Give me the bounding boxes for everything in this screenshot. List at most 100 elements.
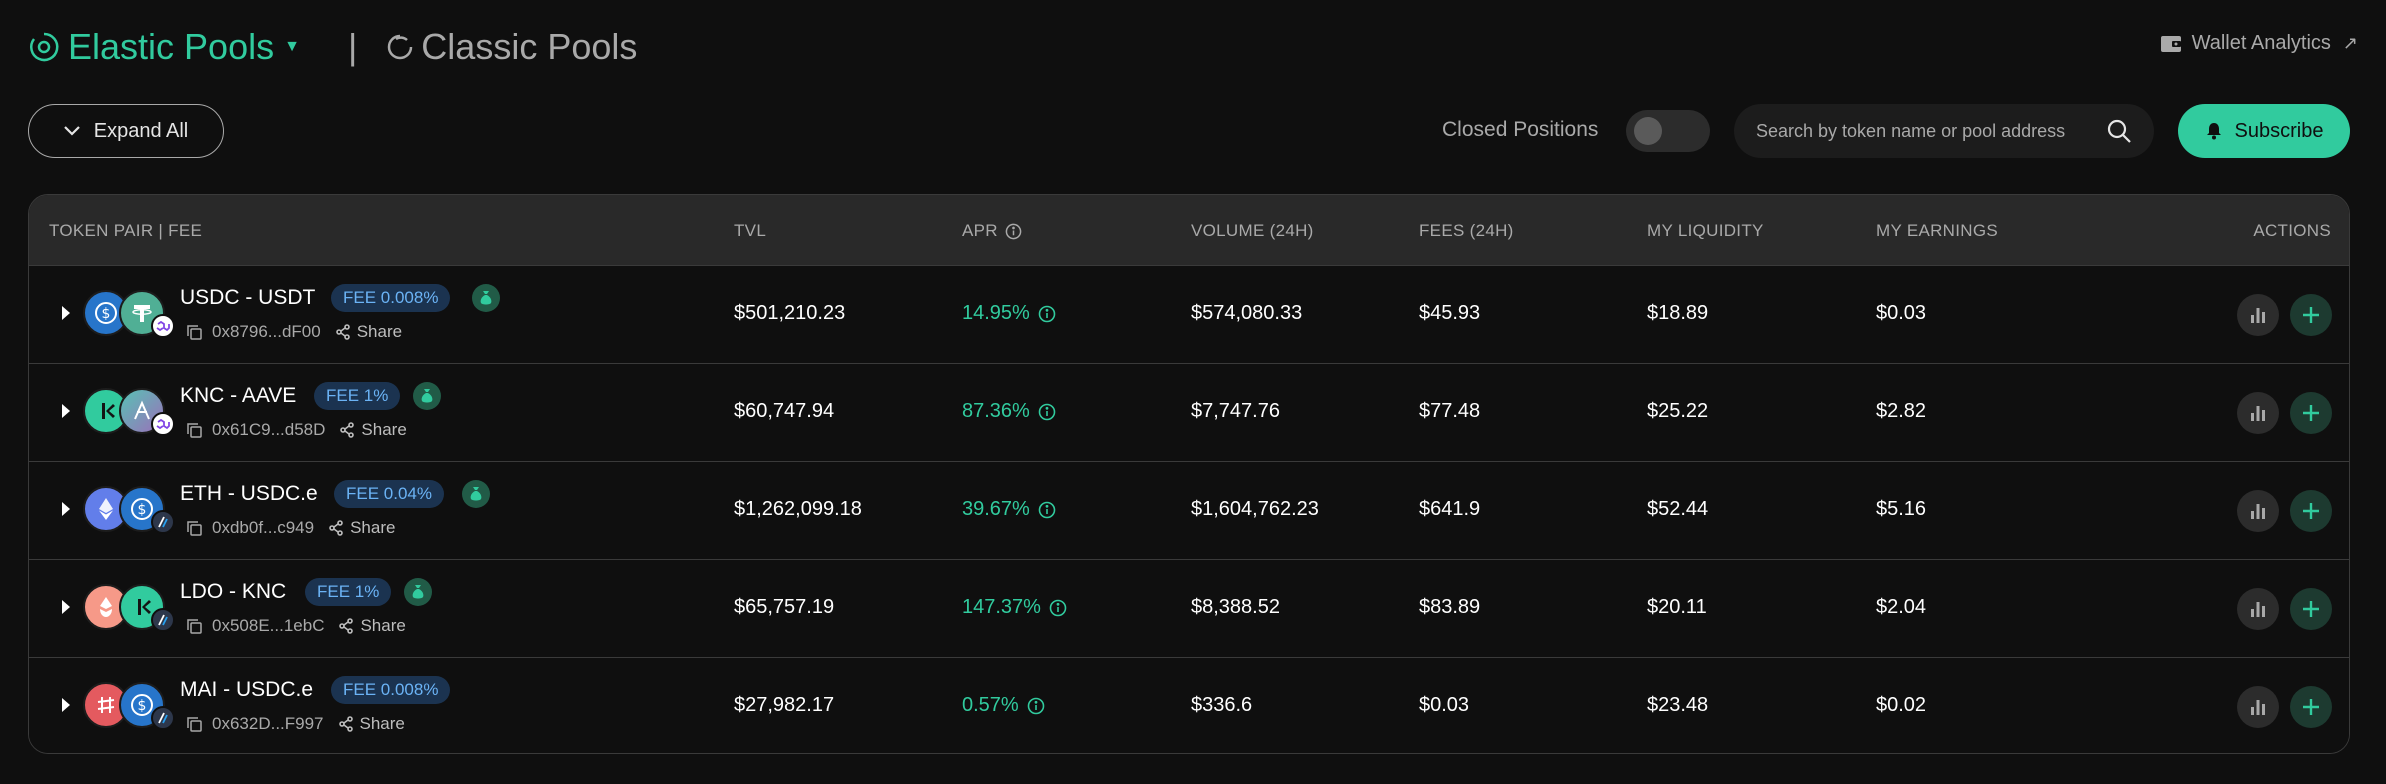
table-row[interactable]: KNC - AAVE FEE 1% 0x61C9...d58D Share $6…: [29, 363, 2349, 461]
share-icon: [339, 618, 354, 634]
address-text: 0x61C9...d58D: [212, 420, 326, 439]
fees-value: $83.89: [1419, 596, 1481, 618]
apr-text: 0.57%: [962, 694, 1019, 716]
copy-icon[interactable]: [187, 520, 202, 536]
my-liquidity-value: $18.89: [1647, 302, 1709, 324]
search-input[interactable]: [1756, 120, 2106, 142]
info-icon[interactable]: [1027, 697, 1045, 715]
expand-row-icon[interactable]: [62, 404, 70, 418]
copy-icon[interactable]: [187, 324, 202, 340]
fees-value: $0.03: [1419, 694, 1470, 716]
tab-classic-pools[interactable]: Classic Pools: [387, 26, 637, 68]
wallet-icon: [2160, 35, 2181, 52]
add-liquidity-button[interactable]: [2290, 294, 2332, 336]
expand-all-button[interactable]: Expand All: [28, 104, 224, 158]
my-liquidity-value: $52.44: [1647, 498, 1709, 520]
col-fees: FEES (24H): [1419, 221, 1514, 240]
info-icon[interactable]: [1038, 305, 1056, 323]
info-icon[interactable]: [1038, 501, 1056, 519]
external-link-icon: ↗: [2342, 33, 2358, 53]
search-icon[interactable]: [2106, 118, 2132, 144]
pool-address: 0x8796...dF00 Share: [187, 322, 402, 342]
farm-reward-icon[interactable]: [472, 284, 500, 312]
copy-icon[interactable]: [187, 422, 202, 438]
volume-value: $1,604,762.23: [1191, 498, 1319, 520]
closed-positions-toggle[interactable]: [1626, 110, 1710, 152]
plus-icon: [2303, 307, 2319, 323]
pair-name: USDC - USDT: [180, 286, 316, 309]
subscribe-button[interactable]: Subscribe: [2178, 104, 2350, 158]
arbitrum-icon: [151, 608, 175, 632]
expand-row-icon[interactable]: [62, 502, 70, 516]
copy-icon[interactable]: [187, 618, 202, 634]
fees-value: $45.93: [1419, 302, 1481, 324]
add-liquidity-button[interactable]: [2290, 392, 2332, 434]
polygon-icon: [151, 412, 175, 436]
address-text: 0x632D...F997: [212, 714, 324, 733]
table-row[interactable]: LDO - KNC FEE 1% 0x508E...1ebC Share $65…: [29, 559, 2349, 657]
share-label: Share: [359, 714, 405, 733]
table-row[interactable]: $ ETH - USDC.e FEE 0.04% 0xdb0f...c949 S…: [29, 461, 2349, 559]
table-header: TOKEN PAIR | FEE TVL APR VOLUME (24H) FE…: [29, 195, 2349, 265]
plus-icon: [2303, 503, 2319, 519]
info-icon[interactable]: [1005, 223, 1022, 240]
tvl-value: $27,982.17: [734, 694, 835, 716]
analytics-button[interactable]: [2237, 490, 2279, 532]
col-apr-label: APR: [962, 221, 998, 240]
col-volume: VOLUME (24H): [1191, 221, 1314, 240]
apr-text: 14.95%: [962, 302, 1030, 324]
pool-address: 0x508E...1ebC Share: [187, 616, 406, 636]
table-row[interactable]: $ USDC - USDT FEE 0.008% 0x8796...dF00 S…: [29, 265, 2349, 363]
tvl-value: $60,747.94: [734, 400, 835, 422]
info-icon[interactable]: [1049, 599, 1067, 617]
table-row[interactable]: $ MAI - USDC.e FEE 0.008% 0x632D...F997 …: [29, 657, 2349, 753]
share-icon: [329, 520, 343, 536]
toggle-knob: [1634, 117, 1662, 145]
my-liquidity-value: $23.48: [1647, 694, 1709, 716]
share-button[interactable]: Share: [338, 616, 406, 636]
add-liquidity-button[interactable]: [2290, 588, 2332, 630]
expand-row-icon[interactable]: [62, 698, 70, 712]
analytics-button[interactable]: [2237, 686, 2279, 728]
apr-text: 39.67%: [962, 498, 1030, 520]
add-liquidity-button[interactable]: [2290, 686, 2332, 728]
copy-icon[interactable]: [187, 716, 202, 732]
analytics-button[interactable]: [2237, 588, 2279, 630]
expand-row-icon[interactable]: [62, 600, 70, 614]
share-icon: [340, 422, 355, 438]
chevron-down-icon: ▼: [284, 38, 300, 55]
tab-elastic-pools[interactable]: Elastic Pools ▼: [28, 26, 300, 68]
farm-reward-icon[interactable]: [404, 578, 432, 606]
bar-chart-icon: [2251, 504, 2265, 519]
tab-classic-label: Classic Pools: [421, 26, 638, 67]
analytics-button[interactable]: [2237, 392, 2279, 434]
info-icon[interactable]: [1038, 403, 1056, 421]
share-button[interactable]: Share: [338, 714, 405, 734]
fees-value: $77.48: [1419, 400, 1481, 422]
farm-reward-icon[interactable]: [462, 480, 490, 508]
tvl-value: $501,210.23: [734, 302, 846, 324]
svg-text:$: $: [102, 306, 111, 322]
fee-badge: FEE 0.008%: [331, 676, 451, 704]
my-liquidity-value: $20.11: [1647, 596, 1707, 618]
fee-badge: FEE 1%: [314, 382, 401, 410]
bar-chart-icon: [2251, 602, 2265, 617]
col-token-pair: TOKEN PAIR | FEE: [49, 221, 203, 240]
plus-icon: [2303, 699, 2319, 715]
wallet-analytics-link[interactable]: Wallet Analytics ↗: [2160, 32, 2358, 55]
pair-name: MAI - USDC.e: [180, 678, 314, 701]
my-earnings-value: $2.04: [1876, 596, 1927, 618]
arbitrum-icon: [151, 706, 175, 730]
share-button[interactable]: Share: [339, 420, 407, 440]
col-my-earnings: MY EARNINGS: [1876, 221, 1999, 240]
farm-reward-icon[interactable]: [413, 382, 441, 410]
share-label: Share: [360, 616, 406, 635]
expand-row-icon[interactable]: [62, 306, 70, 320]
my-earnings-value: $5.16: [1876, 498, 1927, 520]
analytics-button[interactable]: [2237, 294, 2279, 336]
add-liquidity-button[interactable]: [2290, 490, 2332, 532]
share-button[interactable]: Share: [335, 322, 402, 342]
my-liquidity-value: $25.22: [1647, 400, 1709, 422]
share-button[interactable]: Share: [328, 518, 395, 538]
closed-positions-label: Closed Positions: [1442, 118, 1599, 141]
